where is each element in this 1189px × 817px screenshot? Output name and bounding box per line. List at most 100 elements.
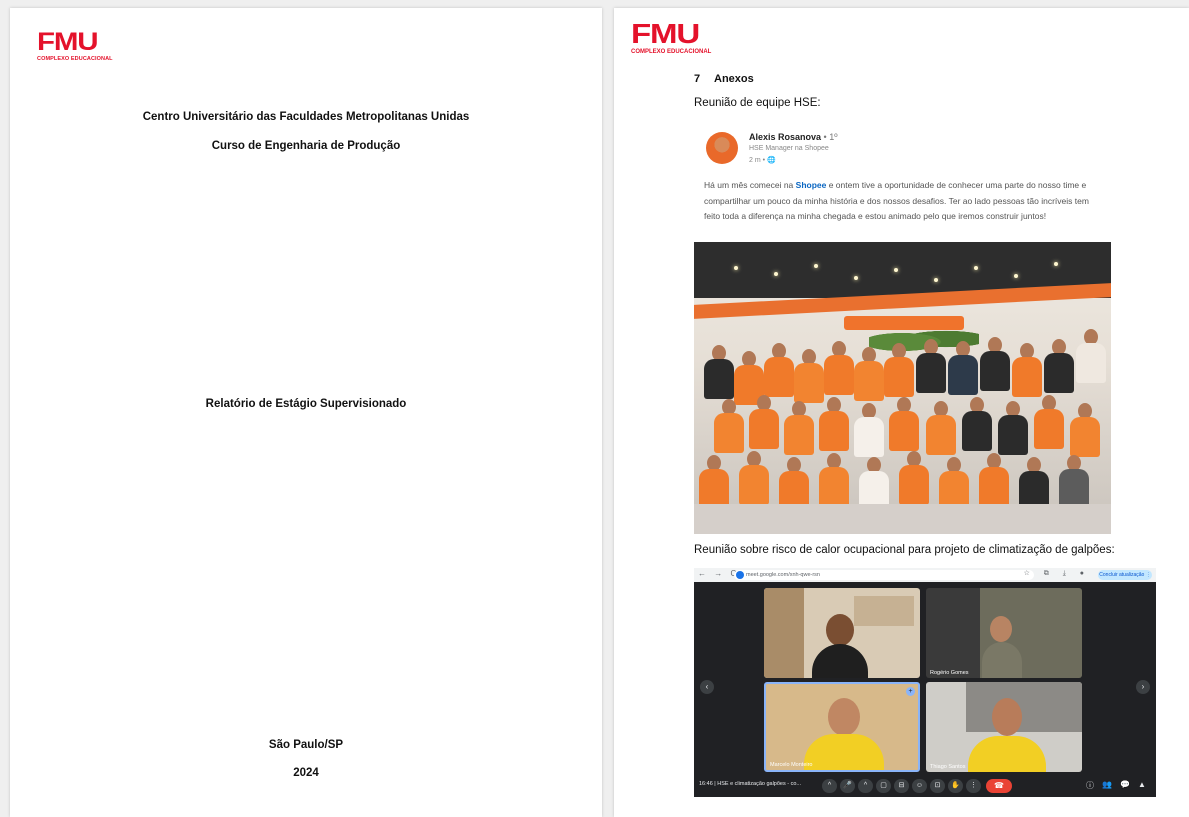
person — [854, 403, 884, 463]
body — [1012, 357, 1042, 397]
body — [899, 465, 929, 505]
person — [1034, 395, 1064, 455]
bookshelf — [764, 588, 804, 678]
annex-page: FMU COMPLEXO EDUCACIONAL 7 Anexos Reunião… — [614, 8, 1189, 817]
body — [749, 409, 779, 449]
participant-tile: Marcelo Monteiro + — [764, 682, 920, 772]
participant-name: Thiago Santos — [930, 764, 966, 770]
person — [1012, 343, 1042, 403]
caption-hse-meeting: Reunião de equipe HSE: — [694, 97, 821, 109]
end-call-icon: ☎ — [986, 779, 1012, 793]
body — [704, 359, 734, 399]
body — [739, 465, 769, 505]
ceiling-light — [814, 264, 818, 268]
post-text: Há um mês comecei na Shopee e ontem tive… — [704, 178, 1104, 225]
fmu-logo-word: FMU — [37, 28, 99, 56]
badge-icon: + — [906, 687, 915, 696]
raise-hand-icon: ✋ — [948, 779, 963, 793]
face — [990, 616, 1012, 642]
ceiling-light — [934, 278, 938, 282]
body — [926, 415, 956, 455]
people-icon: 👥 — [1102, 780, 1112, 789]
person — [749, 395, 779, 455]
year: 2024 — [293, 767, 319, 779]
fmu-logo-word: FMU — [631, 18, 700, 49]
person — [889, 397, 919, 457]
brand-mention: Shopee — [795, 180, 827, 190]
participant-name: Marcelo Monteiro — [770, 762, 813, 768]
shelf — [854, 596, 914, 626]
camera-options-icon: ^ — [858, 779, 873, 793]
body — [714, 413, 744, 453]
ceiling-light — [974, 266, 978, 270]
activities-icon: ▲ — [1138, 780, 1146, 789]
cover-page: FMU COMPLEXO EDUCACIONAL Centro Universi… — [10, 8, 602, 817]
fmu-logo-subtitle: COMPLEXO EDUCACIONAL — [37, 56, 113, 62]
mic-options-icon: ^ — [822, 779, 837, 793]
person — [739, 451, 769, 511]
body — [998, 415, 1028, 455]
person — [854, 347, 884, 407]
body — [980, 351, 1010, 391]
author-role: HSE Manager na Shopee — [749, 145, 829, 152]
body — [1034, 409, 1064, 449]
face — [826, 614, 854, 646]
caption-heat-risk-meeting: Reunião sobre risco de calor ocupacional… — [694, 544, 1115, 556]
body — [854, 361, 884, 401]
shirt — [804, 734, 884, 770]
person — [899, 451, 929, 511]
participant-tile: Rogério Gomes — [926, 588, 1082, 678]
fmu-logo: FMU COMPLEXO EDUCACIONAL — [37, 30, 113, 63]
connection-degree: • 1º — [823, 132, 838, 142]
next-arrow-icon: › — [1136, 680, 1150, 694]
face — [828, 698, 860, 736]
body — [884, 357, 914, 397]
person — [819, 397, 849, 457]
person — [948, 341, 978, 401]
body — [889, 411, 919, 451]
ceiling-light — [854, 276, 858, 280]
person — [1044, 339, 1074, 399]
participant-name: Rogério Gomes — [930, 670, 969, 676]
body — [854, 417, 884, 457]
person — [1070, 403, 1100, 463]
participant-tile — [764, 588, 920, 678]
institution-name: Centro Universitário das Faculdades Metr… — [142, 111, 470, 123]
person — [980, 337, 1010, 397]
fmu-logo-subtitle: COMPLEXO EDUCACIONAL — [631, 49, 712, 55]
ceiling-light — [894, 268, 898, 272]
city: São Paulo/SP — [268, 739, 344, 751]
present-icon: ⊡ — [930, 779, 945, 793]
participant-tile: Thiago Santos — [926, 682, 1082, 772]
info-icon: ⓘ — [1086, 781, 1094, 790]
body — [948, 355, 978, 395]
camera-icon: ▢ — [876, 779, 891, 793]
chat-icon: 💬 — [1120, 780, 1130, 789]
body — [819, 411, 849, 451]
body — [819, 467, 849, 507]
section-number: 7 — [694, 73, 701, 85]
ceiling-light — [1054, 262, 1058, 266]
person — [998, 401, 1028, 461]
linkedin-post: Alexis Rosanova • 1º HSE Manager na Shop… — [694, 128, 1111, 246]
person — [764, 343, 794, 403]
shirt — [812, 644, 868, 678]
body — [916, 353, 946, 393]
body — [962, 411, 992, 451]
body — [824, 355, 854, 395]
more-options-icon: ⋮ — [966, 779, 981, 793]
previous-arrow-icon: ‹ — [700, 680, 714, 694]
avatar — [706, 132, 738, 164]
emoji-icon: ☺ — [912, 779, 927, 793]
report-title: Relatório de Estágio Supervisionado — [205, 398, 407, 410]
meet-control-bar: 16:46 | HSE e climatização galpões - co.… — [694, 775, 1156, 797]
section-title: Anexos — [714, 73, 754, 85]
ceiling-light — [1014, 274, 1018, 278]
section-heading: 7 Anexos — [694, 73, 754, 85]
address-bar: meet.google.com/xnh-qwe-rsn — [734, 570, 1034, 580]
team-photo — [694, 242, 1111, 534]
photo-floor — [694, 504, 1111, 534]
captions-icon: ⊟ — [894, 779, 909, 793]
shirt — [968, 736, 1046, 772]
body — [699, 469, 729, 509]
